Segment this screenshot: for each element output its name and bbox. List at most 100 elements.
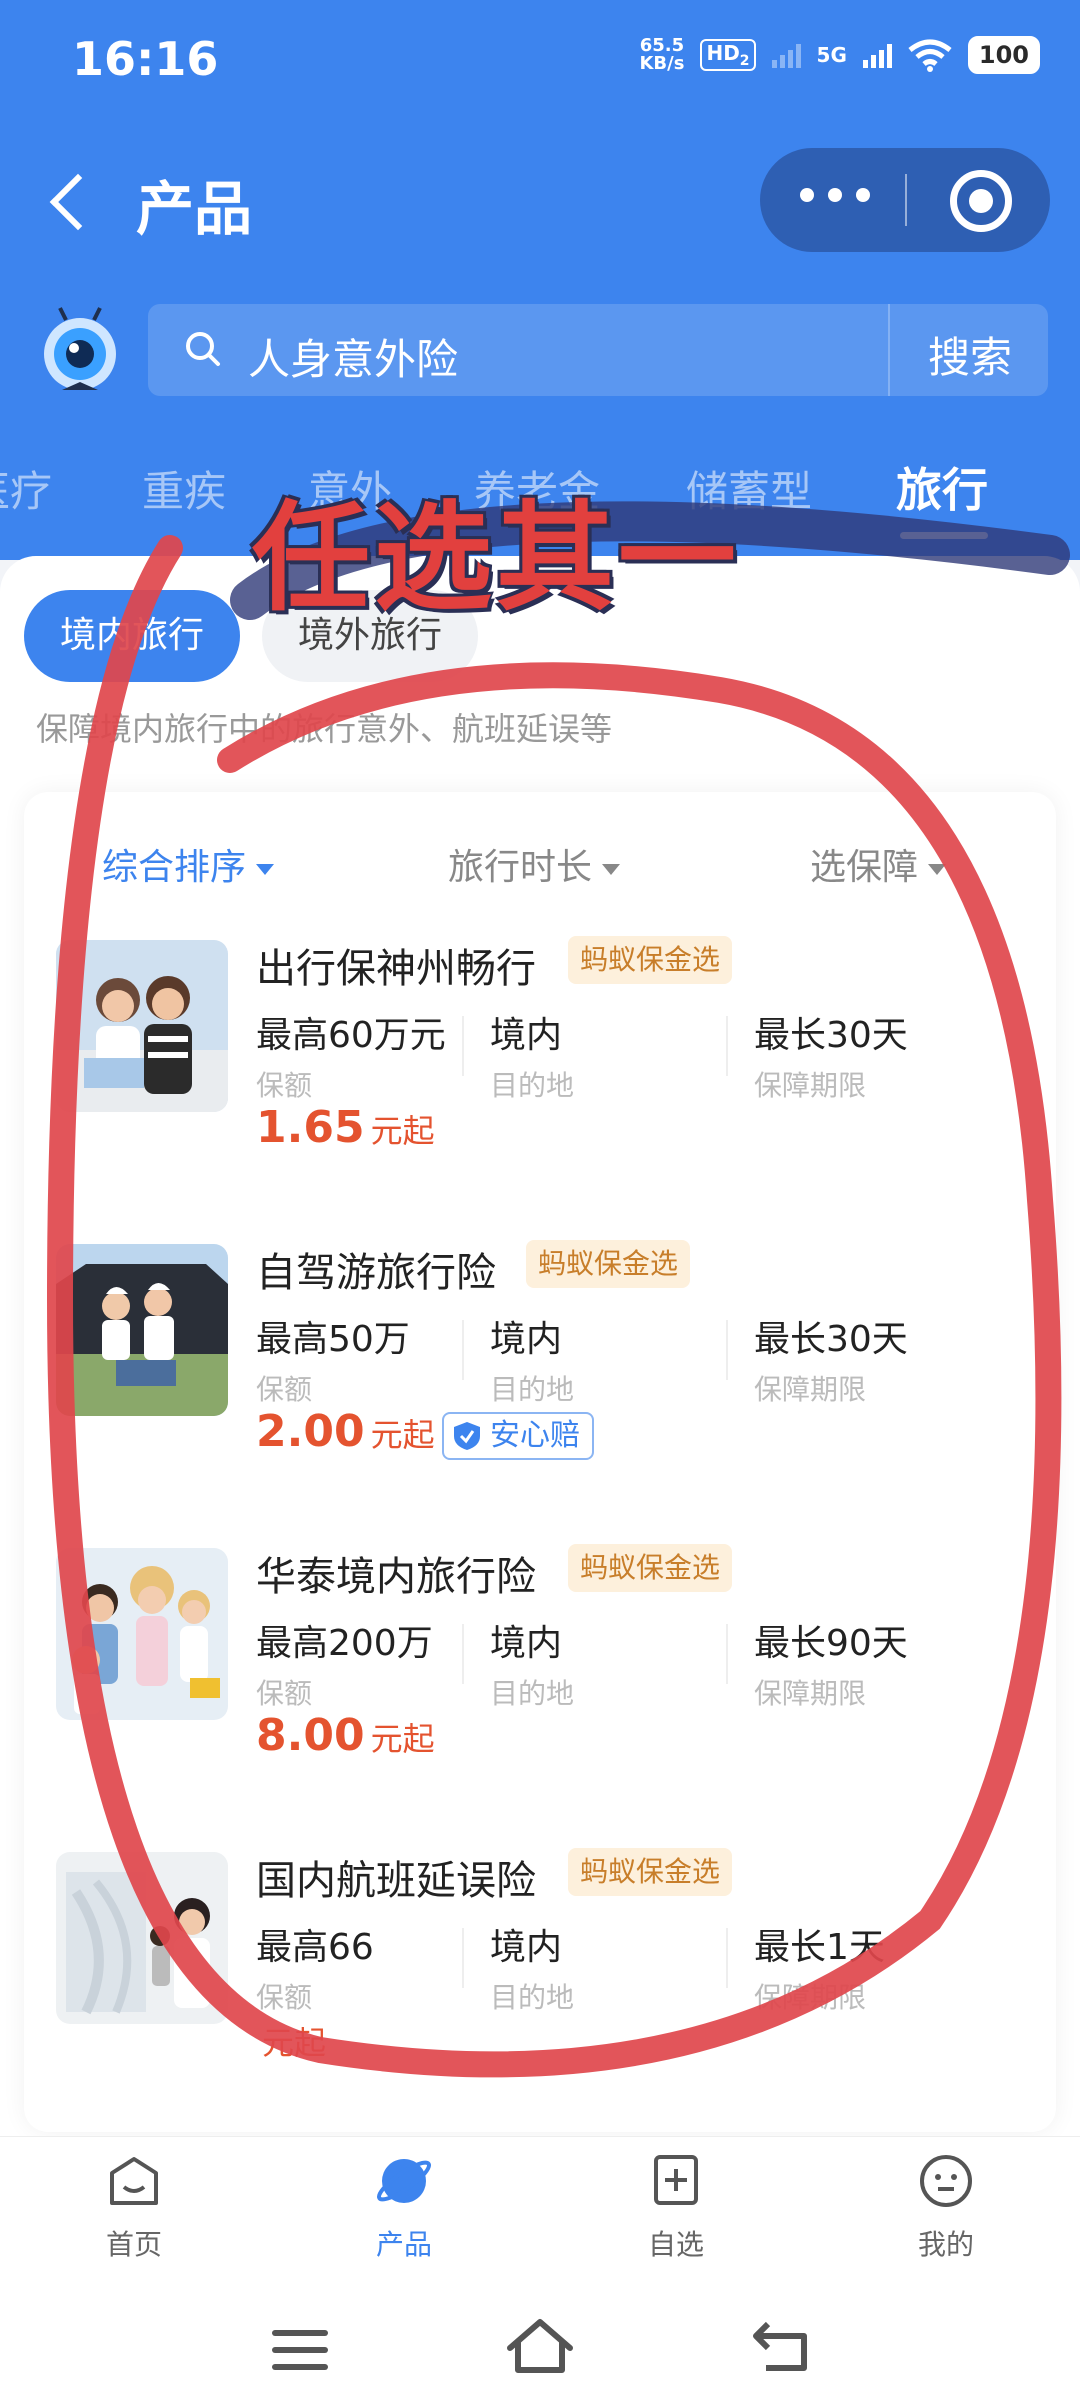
battery-icon: 100	[967, 36, 1040, 74]
price-unit: 元起	[370, 1720, 435, 1758]
battery-level: 100	[978, 41, 1029, 69]
product-item[interactable]: 出行保神州畅行 蚂蚁保金选 最高60万元保额 境内 目的地 最长30天 保障期限 1…	[24, 912, 1056, 1212]
spec-value: 最高200万	[256, 1623, 433, 1664]
product-badge: 蚂蚁保金选	[568, 1544, 733, 1592]
tab-mine[interactable]: 我的	[876, 2151, 1016, 2263]
search-input[interactable]: 人身意外险	[248, 326, 458, 387]
status-icons: 65.5 KB/s HD2 5G 100	[639, 36, 1040, 74]
tab-critical-illness[interactable]: 重疾	[142, 458, 226, 519]
product-name: 自驾游旅行险	[256, 1250, 496, 1296]
home-icon	[110, 2157, 158, 2205]
back-button[interactable]	[40, 162, 100, 238]
spec-period: 最长1天保障期限	[754, 1918, 885, 2016]
filter-duration-label: 旅行时长	[448, 847, 593, 888]
spec-period: 最长90天 保障期限	[754, 1614, 908, 1712]
product-price: 1.65 元起	[256, 1102, 435, 1153]
tab-medical[interactable]: 医疗	[0, 458, 52, 519]
menu-icon[interactable]	[272, 2326, 328, 2374]
product-name: 出行保神州畅行	[256, 946, 536, 992]
search-button[interactable]: 搜索	[928, 324, 1012, 385]
network-type: 5G	[816, 43, 847, 67]
spec-value: 最高60万元	[256, 1015, 446, 1056]
product-list-card: 综合排序 旅行时长 选保障 出行保神州畅行 蚂蚁保金选 最高60万元保额 境内目…	[24, 792, 1056, 2132]
spec-destination: 境内 目的地	[490, 1310, 574, 1408]
product-item[interactable]: 自驾游旅行险 蚂蚁保金选 最高50万 保额 境内 目的地 最长30天 保障期限 2.0…	[24, 1216, 1056, 1516]
anxin-tag: 安心赔	[442, 1412, 594, 1460]
tab-mine-label: 我的	[917, 2228, 974, 2261]
filter-coverage-label: 选保障	[810, 847, 919, 888]
spec-divider	[462, 1320, 464, 1380]
filter-coverage[interactable]: 选保障	[810, 838, 947, 890]
price-unit: 元起	[370, 1112, 435, 1150]
search-box[interactable]: 人身意外险 搜索	[148, 304, 1048, 396]
tab-watchlist[interactable]: 自选	[606, 2151, 746, 2263]
net-speed-unit: KB/s	[639, 53, 685, 74]
close-miniapp-icon[interactable]	[950, 170, 1012, 232]
tab-products[interactable]: 产品	[334, 2151, 474, 2263]
filter-sort-label: 综合排序	[102, 847, 247, 888]
filter-sort[interactable]: 综合排序	[102, 838, 275, 890]
spec-label: 目的地	[490, 1373, 575, 1406]
spec-period: 最长30天 保障期限	[754, 1006, 908, 1104]
filter-duration[interactable]: 旅行时长	[448, 838, 621, 890]
capsule-divider	[905, 174, 907, 226]
spec-coverage: 最高50万保额	[256, 1310, 410, 1408]
spec-coverage: 最高200万 保额	[256, 1614, 433, 1712]
spec-label: 保额	[256, 1981, 313, 2014]
spec-label: 保障期限	[754, 1981, 867, 2014]
sub-tab-domestic[interactable]: 境内旅行	[24, 590, 241, 682]
planet-icon	[377, 2159, 431, 2203]
spec-label: 保额	[256, 1373, 313, 1406]
system-nav-bar	[0, 2286, 1080, 2400]
price-unit: 元起	[370, 1416, 435, 1454]
spec-period: 最长30天保障期限	[754, 1310, 908, 1408]
anxin-tag-label: 安心赔	[490, 1418, 580, 1453]
spec-coverage: 最高66 保额	[256, 1918, 374, 2016]
spec-label: 保额	[256, 1069, 313, 1102]
spec-divider	[726, 1624, 728, 1684]
product-badge: 蚂蚁保金选	[568, 936, 733, 984]
price-value: 1.65	[256, 1102, 365, 1153]
product-name: 国内航班延误险	[256, 1858, 536, 1904]
back-nav-icon[interactable]	[752, 2320, 812, 2374]
nav-bar: 产品	[0, 140, 1080, 260]
spec-label: 保障期限	[754, 1373, 867, 1406]
tab-home-label: 首页	[105, 2228, 162, 2261]
face-icon	[920, 2155, 972, 2207]
spec-label: 目的地	[490, 1981, 575, 2014]
search-icon	[186, 332, 220, 366]
spec-value: 最长30天	[754, 1319, 908, 1360]
price-value: 2.00	[256, 1406, 365, 1457]
product-price: 8.00 元起	[256, 1710, 435, 1761]
tab-home[interactable]: 首页	[64, 2151, 204, 2263]
hd-sub: 2	[739, 53, 750, 69]
spec-coverage: 最高60万元保额	[256, 1006, 446, 1104]
product-price: 2.00 元起	[256, 1406, 435, 1457]
tab-watchlist-label: 自选	[647, 2228, 704, 2261]
tab-travel[interactable]: 旅行	[896, 454, 988, 520]
product-item[interactable]: 国内航班延误险 蚂蚁保金选 最高66 保额 境内 目的地 最长1天 保障期限 元起	[24, 1824, 1056, 2124]
spec-destination: 境内 目的地	[490, 1614, 574, 1712]
wifi-icon	[908, 39, 952, 72]
home-nav-icon[interactable]	[504, 2316, 576, 2376]
product-name: 华泰境内旅行险	[256, 1554, 536, 1600]
product-image	[56, 1852, 228, 2024]
spec-destination: 境内 目的地	[490, 1006, 574, 1104]
spec-divider	[726, 1016, 728, 1076]
product-image	[56, 1548, 228, 1720]
product-price: 元起	[256, 2014, 326, 2065]
product-item[interactable]: 华泰境内旅行险 蚂蚁保金选 最高200万 保额 境内 目的地 最长90天 保障期限 8…	[24, 1520, 1056, 1820]
miniapp-capsule	[760, 148, 1050, 252]
product-image	[56, 940, 228, 1112]
hd-icon: HD2	[700, 39, 756, 71]
bottom-tabbar: 首页 产品 自选 我的	[0, 2136, 1080, 2286]
tab-underline	[900, 532, 988, 539]
spec-label: 目的地	[490, 1677, 575, 1710]
price-value: 8.00	[256, 1710, 365, 1761]
spec-value: 最长1天	[754, 1927, 885, 1968]
spec-label: 保障期限	[754, 1069, 867, 1102]
more-icon[interactable]	[800, 188, 870, 202]
spec-divider	[462, 1624, 464, 1684]
add-box-icon	[654, 2155, 698, 2205]
spec-value: 最高50万	[256, 1319, 410, 1360]
